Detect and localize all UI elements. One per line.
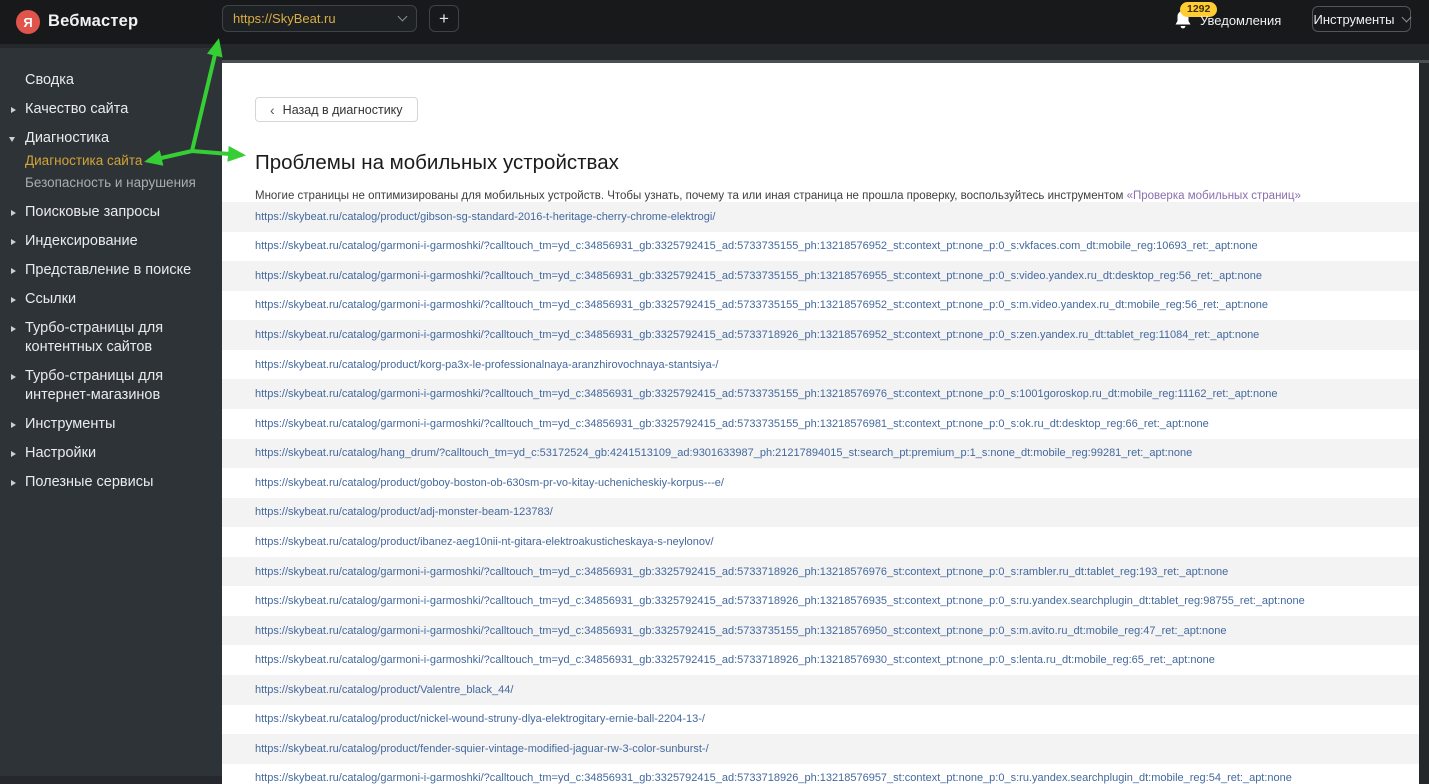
url-row: https://skybeat.ru/catalog/product/Valen… [222,675,1419,705]
url-row: https://skybeat.ru/catalog/garmoni-i-gar… [222,291,1419,321]
collapse-down-icon [9,137,15,142]
sidebar-item-label: Настройки [25,445,97,461]
sidebar-item-turbo-content[interactable]: Турбо-страницы для контентных сайтов [0,319,222,357]
expand-right-icon [11,374,16,380]
url-link[interactable]: https://skybeat.ru/catalog/garmoni-i-gar… [255,566,1228,578]
sidebar-item-label: Сводка [25,72,74,88]
back-button-label: Назад в диагностику [282,102,403,117]
tools-label: Инструменты [1313,11,1395,27]
sidebar-item-label: Представление в поиске [25,262,192,278]
top-bar: Я Вебмастер https://SkyBeat.ru + 1292 Ув… [0,0,1429,44]
url-row: https://skybeat.ru/catalog/garmoni-i-gar… [222,409,1419,439]
url-row: https://skybeat.ru/catalog/garmoni-i-gar… [222,645,1419,675]
page-description: Многие страницы не оптимизированы для мо… [255,190,1301,202]
sidebar-item-label: Качество сайта [25,101,129,117]
url-row: https://skybeat.ru/catalog/hang_drum/?ca… [222,438,1419,469]
sidebar-item-site-quality[interactable]: Качество сайта [0,100,222,119]
url-link[interactable]: https://skybeat.ru/catalog/product/fende… [255,743,709,755]
sidebar: Сводка Качество сайта Диагностика Диагно… [0,48,222,784]
sidebar-item-label: Турбо-страницы для контентных сайтов [25,320,164,355]
url-row: https://skybeat.ru/catalog/garmoni-i-gar… [222,764,1419,784]
url-row: https://skybeat.ru/catalog/garmoni-i-gar… [222,261,1419,291]
chevron-down-icon [1401,12,1411,22]
url-link[interactable]: https://skybeat.ru/catalog/garmoni-i-gar… [255,240,1258,252]
main-content: ‹ Назад в диагностику Проблемы на мобиль… [222,63,1419,784]
expand-right-icon [11,210,16,216]
app-title[interactable]: Вебмастер [48,12,138,31]
expand-right-icon [11,239,16,245]
expand-right-icon [11,422,16,428]
url-link[interactable]: https://skybeat.ru/catalog/product/gibso… [255,211,715,223]
sidebar-item-label: Ссылки [25,291,77,307]
url-row: https://skybeat.ru/catalog/product/adj-m… [222,497,1419,528]
url-link[interactable]: https://skybeat.ru/catalog/garmoni-i-gar… [255,270,1262,282]
sidebar-item-turbo-ecommerce[interactable]: Турбо-страницы для интернет-магазинов [0,367,222,405]
url-row: https://skybeat.ru/catalog/product/ibane… [222,527,1419,557]
chevron-left-icon: ‹ [270,101,275,118]
add-site-button[interactable]: + [429,5,459,32]
sidebar-item-label: Поисковые запросы [25,204,160,220]
sidebar-item-security-violations[interactable]: Безопасность и нарушения [0,174,222,191]
url-link[interactable]: https://skybeat.ru/catalog/garmoni-i-gar… [255,625,1226,637]
url-row: https://skybeat.ru/catalog/garmoni-i-gar… [222,379,1419,409]
expand-right-icon [11,451,16,457]
sidebar-item-summary[interactable]: Сводка [0,71,222,90]
expand-right-icon [11,326,16,332]
expand-right-icon [11,107,16,113]
sidebar-item-label: Инструменты [25,416,116,432]
url-row: https://skybeat.ru/catalog/garmoni-i-gar… [222,320,1419,350]
url-link[interactable]: https://skybeat.ru/catalog/product/goboy… [255,477,724,489]
tools-dropdown-button[interactable]: Инструменты [1312,6,1411,32]
diagnostics-submenu: Диагностика сайта Безопасность и нарушен… [0,152,222,191]
mobile-check-tool-link[interactable]: «Проверка мобильных страниц» [1127,190,1301,202]
url-link[interactable]: https://skybeat.ru/catalog/product/nicke… [255,713,705,725]
sidebar-item-label: Диагностика [25,130,110,146]
sidebar-item-links[interactable]: Ссылки [0,290,222,309]
url-row: https://skybeat.ru/catalog/product/korg-… [222,350,1419,380]
back-to-diagnostics-button[interactable]: ‹ Назад в диагностику [255,97,418,122]
url-link[interactable]: https://skybeat.ru/catalog/garmoni-i-gar… [255,329,1259,341]
url-link[interactable]: https://skybeat.ru/catalog/garmoni-i-gar… [255,654,1215,666]
sidebar-item-useful-services[interactable]: Полезные сервисы [0,473,222,492]
url-row: https://skybeat.ru/catalog/garmoni-i-gar… [222,615,1419,646]
site-selector-dropdown[interactable]: https://SkyBeat.ru [222,5,417,32]
expand-right-icon [11,480,16,486]
url-link[interactable]: https://skybeat.ru/catalog/garmoni-i-gar… [255,772,1292,784]
url-row: https://skybeat.ru/catalog/product/nicke… [222,705,1419,735]
url-link[interactable]: https://skybeat.ru/catalog/product/Valen… [255,684,513,696]
url-link[interactable]: https://skybeat.ru/catalog/garmoni-i-gar… [255,299,1268,311]
url-list: https://skybeat.ru/catalog/product/gibso… [222,202,1419,784]
expand-right-icon [11,297,16,303]
url-row: https://skybeat.ru/catalog/product/fende… [222,734,1419,764]
sidebar-item-settings[interactable]: Настройки [0,444,222,463]
url-link[interactable]: https://skybeat.ru/catalog/garmoni-i-gar… [255,595,1305,607]
sidebar-item-search-queries[interactable]: Поисковые запросы [0,203,222,222]
expand-right-icon [11,268,16,274]
page-title: Проблемы на мобильных устройствах [255,150,619,174]
sidebar-item-label: Индексирование [25,233,138,249]
notifications-label: Уведомления [1200,13,1282,28]
url-link[interactable]: https://skybeat.ru/catalog/product/korg-… [255,359,718,371]
url-link[interactable]: https://skybeat.ru/catalog/garmoni-i-gar… [255,418,1209,430]
url-link[interactable]: https://skybeat.ru/catalog/hang_drum/?ca… [255,447,1192,459]
sidebar-item-label: Полезные сервисы [25,474,154,490]
sidebar-item-label: Турбо-страницы для интернет-магазинов [25,368,164,403]
url-link[interactable]: https://skybeat.ru/catalog/product/adj-m… [255,506,553,518]
url-row: https://skybeat.ru/catalog/garmoni-i-gar… [222,556,1419,587]
sidebar-item-tools[interactable]: Инструменты [0,415,222,434]
url-row: https://skybeat.ru/catalog/product/goboy… [222,468,1419,498]
url-row: https://skybeat.ru/catalog/product/gibso… [222,202,1419,232]
site-selector-value: https://SkyBeat.ru [233,11,336,26]
yandex-logo-icon[interactable]: Я [16,10,40,34]
description-text: Многие страницы не оптимизированы для мо… [255,189,1127,202]
url-row: https://skybeat.ru/catalog/garmoni-i-gar… [222,232,1419,262]
url-link[interactable]: https://skybeat.ru/catalog/product/ibane… [255,536,714,548]
chevron-down-icon [397,11,408,22]
sidebar-item-indexing[interactable]: Индексирование [0,232,222,251]
url-row: https://skybeat.ru/catalog/garmoni-i-gar… [222,586,1419,616]
sidebar-item-site-diagnostics[interactable]: Диагностика сайта [0,152,222,169]
sidebar-item-search-appearance[interactable]: Представление в поиске [0,261,222,280]
url-link[interactable]: https://skybeat.ru/catalog/garmoni-i-gar… [255,388,1277,400]
sidebar-item-diagnostics[interactable]: Диагностика [0,129,222,148]
